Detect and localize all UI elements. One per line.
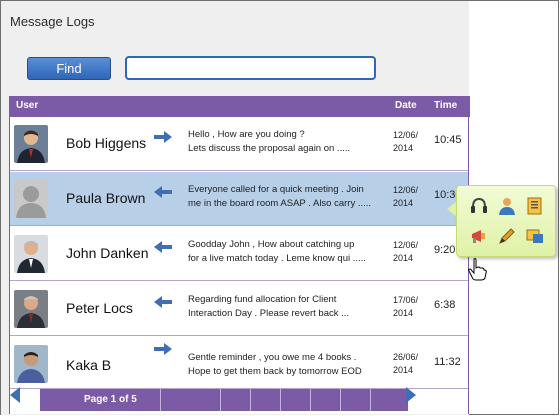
message-preview: Hello , How are you doing ? Lets discuss… [188,129,351,154]
megaphone-icon[interactable] [469,226,489,246]
page-title: Message Logs [10,14,95,29]
message-time: 6:38 [434,299,456,311]
document-icon[interactable] [525,196,545,216]
table-row[interactable]: Kaka B Gentle reminder , you owe me 4 bo… [10,337,468,389]
table-row[interactable]: Bob Higgens Hello , How are you doing ? … [10,117,468,171]
pagination-divider [340,389,341,411]
column-header-date[interactable]: Date [395,100,417,111]
person-icon[interactable] [497,196,517,216]
message-date: 17/06/ 2014 [393,295,419,318]
message-date: 12/06/ 2014 [393,240,419,263]
search-input[interactable] [125,56,376,80]
next-page-button[interactable] [406,387,416,403]
message-logs-panel: Message Logs Find User Date Time Bob Hig… [1,1,470,415]
message-date: 12/06/ 2014 [393,130,419,153]
avatar-placeholder [14,180,48,218]
user-name: Paula Brown [66,190,146,206]
arrow-right-icon [154,131,172,143]
column-header-user[interactable]: User [16,100,38,111]
message-time: 10:45 [434,134,462,146]
pagination-divider [250,389,251,411]
pagination-bar: Page 1 of 5 [40,389,408,411]
user-name: Bob Higgens [66,135,147,151]
column-header-time[interactable]: Time [434,100,457,111]
app-window: Message Logs Find User Date Time Bob Hig… [0,0,559,415]
contact-actions-popup [456,185,556,257]
message-icon[interactable] [525,226,545,246]
pagination-divider [280,389,281,411]
avatar [14,290,48,328]
table-row-selected[interactable]: Paula Brown Everyone called for a quick … [10,172,468,226]
message-preview: Goodday John , How about catching up for… [188,239,366,264]
arrow-left-icon [154,241,172,253]
message-date: 26/06/ 2014 [393,352,419,375]
message-table: User Date Time Bob Higgens Hello , How a… [9,96,470,414]
pagination-divider [220,389,221,411]
table-header: User Date Time [10,96,470,117]
avatar [14,125,48,163]
user-name: Kaka B [66,357,112,373]
message-time: 9:20 [434,244,456,256]
avatar [14,235,48,273]
page-indicator: Page 1 of 5 [84,394,137,405]
arrow-left-icon [154,296,172,308]
pagination-divider [310,389,311,411]
message-preview: Everyone called for a quick meeting . Jo… [188,184,372,209]
user-name: Peter Locs [66,300,133,316]
arrow-right-icon [154,343,172,355]
find-button[interactable]: Find [27,57,111,80]
avatar [14,345,48,383]
previous-page-button[interactable] [10,387,20,403]
table-row[interactable]: John Danken Goodday John , How about cat… [10,227,468,281]
headset-icon[interactable] [469,196,489,216]
hand-cursor-icon [468,258,487,281]
message-date: 12/06/ 2014 [393,185,419,208]
pen-icon[interactable] [497,226,517,246]
user-name: John Danken [66,245,149,261]
pagination-divider [370,389,371,411]
message-preview: Regarding fund allocation for Client Int… [188,294,350,319]
arrow-left-icon [154,186,172,198]
table-row[interactable]: Peter Locs Regarding fund allocation for… [10,282,468,336]
pagination-divider [160,389,161,411]
message-time: 11:32 [434,356,461,368]
message-preview: Gentle reminder , you owe me 4 books . H… [188,352,362,377]
